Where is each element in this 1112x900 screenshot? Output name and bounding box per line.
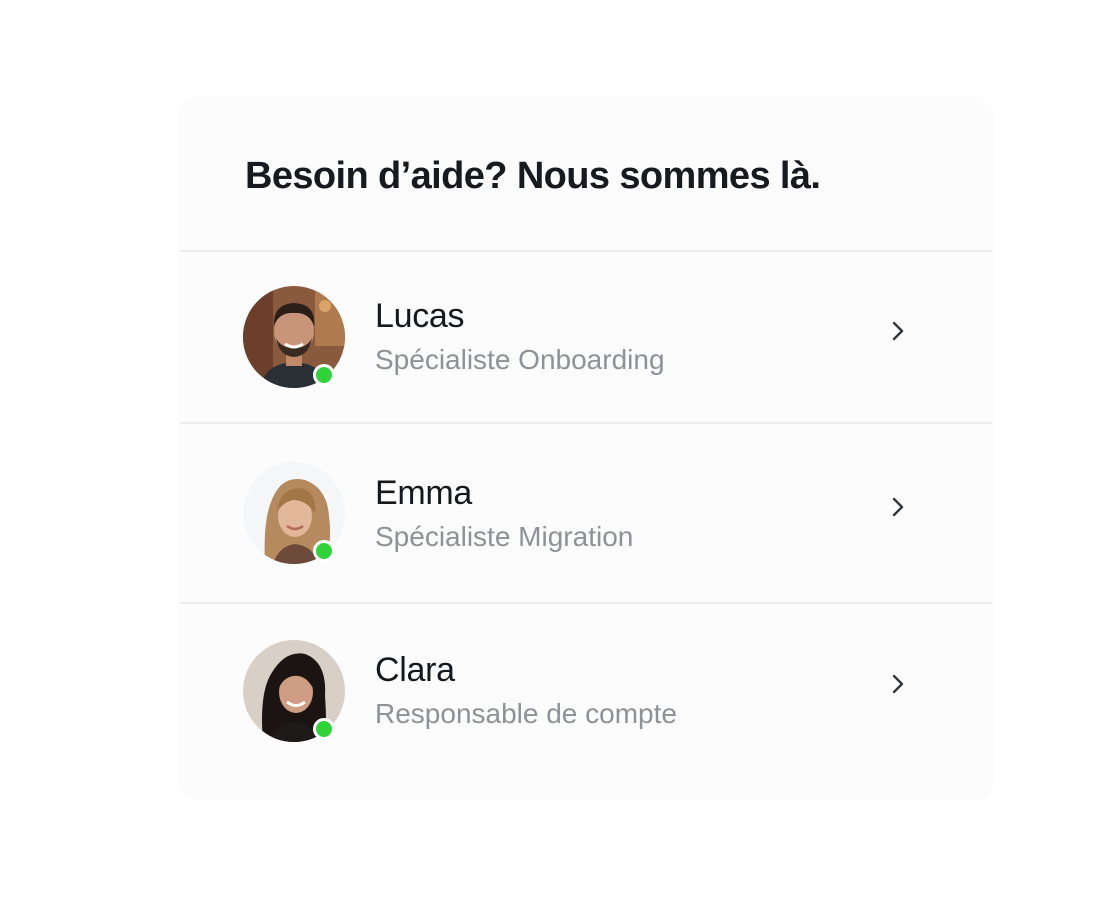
chevron-right-icon [892,674,904,694]
chevron-right-icon [892,321,904,341]
online-status-dot [313,718,335,740]
avatar-lucas [243,286,345,388]
online-status-dot [313,364,335,386]
contact-role: Responsable de compte [375,698,677,729]
contact-name: Lucas [375,297,465,335]
avatar-clara [243,640,345,742]
help-card: Besoin d’aide? Nous sommes là. Lucas Spé… [180,97,992,800]
card-title: Besoin d’aide? Nous sommes là. [245,155,821,197]
chevron-right-icon [892,497,904,517]
avatar-emma [243,462,345,564]
contact-name: Emma [375,474,473,512]
contact-role: Spécialiste Migration [375,521,634,552]
contact-row-clara[interactable]: Clara Responsable de compte [180,604,992,774]
contact-role: Spécialiste Onboarding [375,344,665,375]
online-status-dot [313,540,335,562]
contact-row-lucas[interactable]: Lucas Spécialiste Onboarding [180,252,992,422]
contact-row-emma[interactable]: Emma Spécialiste Migration [180,424,992,594]
contact-name: Clara [375,651,455,689]
